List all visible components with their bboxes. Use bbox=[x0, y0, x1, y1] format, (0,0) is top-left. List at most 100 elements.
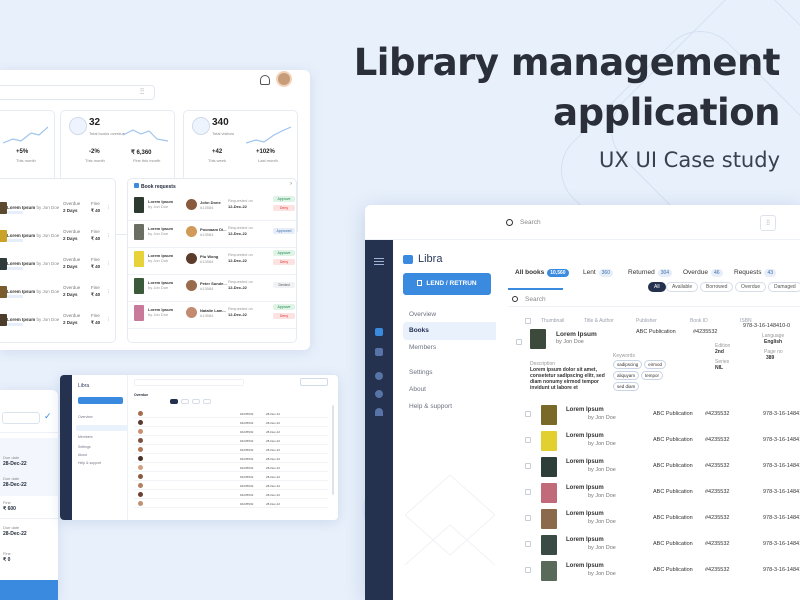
table-row[interactable]: Lorem Ipsumby Jon Doe ABC Publication#42… bbox=[508, 481, 800, 507]
book-icon bbox=[134, 183, 139, 188]
table-row[interactable]: #423553228-Dec-22 bbox=[134, 463, 328, 472]
tab-returned[interactable]: Returned304 bbox=[628, 269, 672, 277]
table-row[interactable]: Lorem Ipsumby Jon Doe ABC Publication#42… bbox=[508, 507, 800, 533]
table-row[interactable]: #423553228-Dec-22 bbox=[134, 499, 328, 508]
primary-button[interactable] bbox=[0, 580, 58, 600]
isbn: 978-3-16-148410-0 bbox=[743, 323, 790, 329]
row-checkbox[interactable] bbox=[525, 437, 531, 443]
list-item[interactable]: Lorem Ipsum by Jon Doe Overdue2 Days Fin… bbox=[0, 227, 115, 253]
row-checkbox[interactable] bbox=[525, 567, 531, 573]
nav-item[interactable]: Overview bbox=[78, 415, 93, 419]
deny-button[interactable]: Deny bbox=[273, 205, 295, 211]
tab-all-books[interactable]: All books10,560 bbox=[515, 269, 569, 277]
tab-overdue[interactable]: Overdue46 bbox=[683, 269, 723, 277]
avatar[interactable] bbox=[276, 71, 292, 87]
search-input[interactable] bbox=[0, 85, 155, 100]
settings-icon[interactable] bbox=[375, 372, 383, 380]
table-row[interactable]: #423553228-Dec-22 bbox=[134, 472, 328, 481]
filter-overdue[interactable]: Overdue bbox=[735, 282, 766, 292]
table-row[interactable]: #423553228-Dec-22 bbox=[134, 445, 328, 454]
info-icon[interactable] bbox=[375, 390, 383, 398]
table-row[interactable]: #423553228-Dec-22 bbox=[134, 427, 328, 436]
filter-available[interactable]: Available bbox=[666, 282, 698, 292]
menu-icon[interactable] bbox=[374, 258, 384, 259]
row-checkbox[interactable] bbox=[525, 489, 531, 495]
nav-item[interactable]: Settings bbox=[78, 445, 91, 449]
icon-rail bbox=[365, 240, 393, 600]
row-checkbox[interactable] bbox=[525, 515, 531, 521]
sparkline bbox=[123, 125, 168, 145]
table-row[interactable]: #423553228-Dec-22 bbox=[134, 490, 328, 499]
stat-label: Total visitors bbox=[212, 131, 234, 136]
chevron-right-icon[interactable]: › bbox=[290, 181, 292, 187]
table-row[interactable]: #423553228-Dec-22 bbox=[134, 418, 328, 427]
headset-icon[interactable] bbox=[375, 408, 383, 416]
row-checkbox[interactable] bbox=[516, 339, 522, 345]
book-author: by Jon Doe bbox=[556, 339, 584, 345]
active-tab-indicator bbox=[508, 288, 563, 290]
table-row[interactable]: #423553228-Dec-22 bbox=[134, 436, 328, 445]
sidebar-item-help[interactable]: Help & support bbox=[403, 398, 496, 416]
list-item[interactable]: Lorem Ipsum by Jon Doe Overdue2 Days Fin… bbox=[0, 311, 115, 337]
add-button[interactable] bbox=[300, 378, 328, 386]
list-item[interactable]: Lorem Ipsum by Jon Doe Overdue2 Days Fin… bbox=[0, 283, 115, 309]
books-icon[interactable] bbox=[375, 328, 383, 336]
settings-sliders-icon[interactable]: ⫶⫶ bbox=[760, 215, 776, 231]
sidebar-item-settings[interactable]: Settings bbox=[403, 364, 496, 382]
nav-item-active[interactable] bbox=[76, 425, 128, 431]
approve-button[interactable]: Approve bbox=[273, 250, 295, 256]
deny-button[interactable]: Deny bbox=[273, 259, 295, 265]
list-item[interactable]: Lorem Ipsum by Jon Doe Overdue2 Days Fin… bbox=[0, 199, 115, 225]
sidebar-item-about[interactable]: About bbox=[403, 381, 496, 399]
bell-icon[interactable] bbox=[260, 75, 270, 85]
stat-label: Total books overdue bbox=[89, 131, 125, 136]
nav-item[interactable]: Members bbox=[78, 435, 93, 439]
fine-label: Fine this month bbox=[133, 158, 160, 163]
table-row[interactable]: Lorem Ipsumby Jon Doe ABC Publication#42… bbox=[508, 455, 800, 481]
table-row[interactable]: Lorem Ipsumby Jon Doe ABC Publication#42… bbox=[508, 429, 800, 455]
tab-overdue[interactable]: Overdue bbox=[134, 393, 148, 397]
table-view-card: Libra Overview Members Settings About He… bbox=[60, 375, 338, 520]
stat-delta-2: +102% bbox=[256, 149, 275, 155]
nav-item[interactable]: About bbox=[78, 453, 87, 457]
filter-all[interactable]: All bbox=[648, 282, 666, 292]
table-search-input[interactable]: Search bbox=[508, 293, 800, 307]
row-checkbox[interactable] bbox=[525, 463, 531, 469]
members-icon[interactable] bbox=[375, 348, 383, 356]
table-row[interactable]: #423553228-Dec-22 bbox=[134, 481, 328, 490]
stat-delta: -2% bbox=[89, 149, 100, 155]
table-row[interactable]: Lorem Ipsumby Jon Doe ABC Publication#42… bbox=[508, 403, 800, 429]
expanded-row[interactable]: Lorem Ipsum by Jon Doe ABC Publication #… bbox=[508, 327, 800, 407]
book-title: Lorem Ipsum bbox=[556, 331, 597, 338]
approve-button[interactable]: Approve bbox=[273, 304, 295, 310]
book-id: #4235532 bbox=[693, 329, 717, 335]
deny-button[interactable]: Deny bbox=[273, 313, 295, 319]
check-icon[interactable]: ✓ bbox=[44, 411, 52, 422]
sidebar-item-members[interactable]: Members bbox=[403, 339, 496, 357]
table-row[interactable]: #423553228-Dec-22 bbox=[134, 409, 328, 418]
table-row[interactable]: #423553228-Dec-22 bbox=[134, 454, 328, 463]
subtitle: UX UI Case study bbox=[320, 148, 780, 172]
filter-borrowed[interactable]: Borrowed bbox=[700, 282, 733, 292]
sidebar: Libra Overview Members Settings About He… bbox=[72, 375, 128, 520]
tab-lent[interactable]: Lent360 bbox=[583, 269, 613, 277]
filter-icon[interactable]: ⫶⫶ bbox=[140, 87, 144, 97]
list-item[interactable]: Lorem Ipsum by Jon Doe Overdue2 Days Fin… bbox=[0, 255, 115, 281]
filter-damaged[interactable]: Damaged bbox=[768, 282, 800, 292]
search-input[interactable]: Search bbox=[500, 213, 790, 233]
table-row[interactable]: Lorem Ipsumby Jon Doe ABC Publication#42… bbox=[508, 533, 800, 559]
tab-requests[interactable]: Requests43 bbox=[734, 269, 776, 277]
scrollbar[interactable] bbox=[332, 405, 334, 495]
approve-button[interactable]: Approve bbox=[273, 196, 295, 202]
search-input[interactable] bbox=[134, 379, 244, 386]
lend-return-button[interactable]: LEND / RETRUN bbox=[403, 273, 491, 295]
table-row[interactable]: Lorem Ipsumby Jon Doe ABC Publication#42… bbox=[508, 559, 800, 585]
row-checkbox[interactable] bbox=[525, 541, 531, 547]
title-line-1: Library management bbox=[320, 38, 780, 88]
lend-button[interactable] bbox=[78, 397, 123, 404]
stat-delta: +42 bbox=[212, 149, 222, 155]
nav-item[interactable]: Help & support bbox=[78, 461, 101, 465]
row-checkbox[interactable] bbox=[525, 411, 531, 417]
title-line-2: application bbox=[320, 88, 780, 138]
sidebar-item-books[interactable]: Books bbox=[403, 322, 496, 340]
